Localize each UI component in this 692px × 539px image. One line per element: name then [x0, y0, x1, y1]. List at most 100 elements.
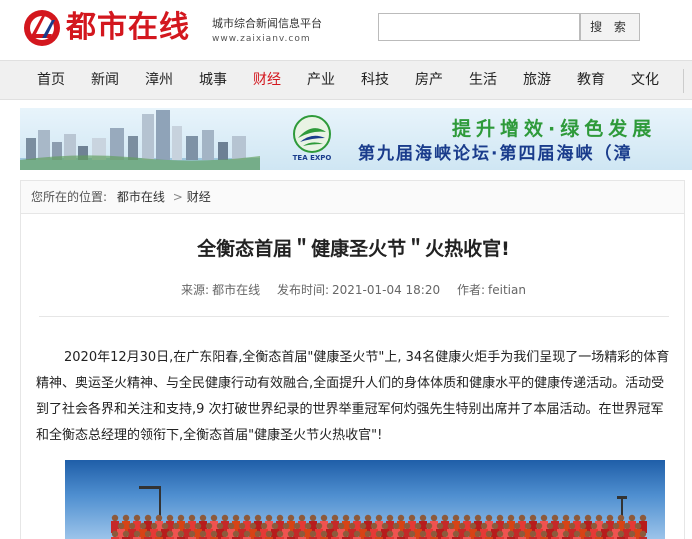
person-head — [304, 522, 312, 530]
article-meta: 来源: 都市在线 发布时间: 2021-01-04 18:20 作者: feitian — [21, 280, 686, 300]
person-head — [562, 530, 570, 538]
person-head — [293, 522, 301, 530]
main-nav: 首页 新闻 漳州 城事 财经 产业 科技 房产 生活 旅游 教育 文化 — [0, 60, 692, 100]
person-head — [529, 530, 537, 538]
person-head — [243, 514, 251, 522]
person-head — [243, 530, 251, 538]
nav-item-tech[interactable]: 科技 — [361, 61, 389, 101]
nav-item-news[interactable]: 新闻 — [91, 61, 119, 101]
article-photo — [65, 460, 665, 539]
person-head — [144, 514, 152, 522]
person-head — [254, 530, 262, 538]
person-head — [122, 514, 130, 522]
author-label: 作者: — [456, 283, 485, 297]
person-head — [375, 530, 383, 538]
breadcrumb-home-link[interactable]: 都市在线 — [117, 190, 165, 204]
article-title: 全衡态首届＂健康圣火节＂火热收官! — [197, 238, 510, 260]
search-button[interactable]: 搜 索 — [580, 13, 640, 41]
person-head — [326, 522, 334, 530]
person-head — [568, 522, 576, 530]
time-label: 发布时间: — [276, 283, 329, 297]
person-head — [232, 530, 240, 538]
person-head — [227, 522, 235, 530]
site-name[interactable]: 都市在线 — [66, 9, 190, 47]
search-input[interactable] — [378, 13, 580, 41]
person-head — [276, 514, 284, 522]
person-head — [150, 522, 158, 530]
nav-item-industry[interactable]: 产业 — [307, 61, 335, 101]
nav-item-travel[interactable]: 旅游 — [523, 61, 551, 101]
article-body: 2020年12月30日,在广东阳春,全衡态首届"健康圣火节"上, 34名健康火炬… — [36, 350, 670, 443]
person-head — [551, 514, 559, 522]
person-head — [166, 530, 174, 538]
person-head — [419, 530, 427, 538]
person-head — [590, 522, 598, 530]
person-head — [502, 522, 510, 530]
person-head — [496, 530, 504, 538]
person-head — [397, 530, 405, 538]
breadcrumb-separator: > — [172, 190, 183, 204]
person-head — [122, 530, 130, 538]
person-head — [529, 514, 537, 522]
person-head — [628, 514, 636, 522]
person-head — [628, 530, 636, 538]
person-head — [639, 514, 647, 522]
nav-item-home[interactable]: 首页 — [37, 61, 65, 101]
person-head — [562, 514, 570, 522]
source-value: 都市在线 — [212, 283, 261, 297]
site-logo-icon[interactable] — [22, 8, 62, 48]
person-head — [370, 522, 378, 530]
person-head — [309, 530, 317, 538]
nav-item-life[interactable]: 生活 — [469, 61, 497, 101]
person-head — [584, 530, 592, 538]
site-slogan: 城市综合新闻信息平台 — [212, 17, 322, 30]
nav-item-realestate[interactable]: 房产 — [415, 61, 443, 101]
person-head — [194, 522, 202, 530]
person-head — [177, 530, 185, 538]
person-head — [595, 530, 603, 538]
breadcrumb-current-link[interactable]: 财经 — [187, 190, 211, 204]
article: 全衡态首届＂健康圣火节＂火热收官! 来源: 都市在线 发布时间: 2021-01-0… — [20, 214, 685, 539]
person-head — [188, 514, 196, 522]
person-head — [177, 514, 185, 522]
person-head — [353, 514, 361, 522]
person-head — [265, 514, 273, 522]
breadcrumb: 您所在的位置: 都市在线 > 财经 — [20, 180, 685, 214]
person-head — [221, 530, 229, 538]
nav-item-education[interactable]: 教育 — [577, 61, 605, 101]
nav-item-culture[interactable]: 文化 — [631, 61, 659, 101]
person-head — [111, 514, 119, 522]
person-head — [276, 530, 284, 538]
banner-subline: 第九届海峡论坛·第四届海峡（漳 — [358, 144, 633, 164]
person-head — [606, 530, 614, 538]
author-value: feitian — [488, 283, 526, 297]
person-head — [463, 530, 471, 538]
nav-item-finance[interactable]: 财经 — [253, 61, 281, 101]
person-head — [392, 522, 400, 530]
nav-item-zhangzhou[interactable]: 漳州 — [145, 61, 173, 101]
person-head — [337, 522, 345, 530]
person-head — [507, 514, 515, 522]
person-head — [249, 522, 257, 530]
person-head — [452, 514, 460, 522]
ad-banner[interactable]: TEA EXPO 提升增效·绿色发展 第九届海峡论坛·第四届海峡（漳 — [20, 108, 692, 170]
person-head — [271, 522, 279, 530]
person-head — [419, 514, 427, 522]
site-domain: www.zaixianv.com — [212, 34, 311, 44]
person-head — [331, 514, 339, 522]
person-head — [408, 514, 416, 522]
person-head — [540, 514, 548, 522]
person-head — [507, 530, 515, 538]
person-head — [430, 530, 438, 538]
person-head — [584, 514, 592, 522]
person-head — [557, 522, 565, 530]
person-head — [315, 522, 323, 530]
person-head — [221, 514, 229, 522]
person-head — [518, 530, 526, 538]
person-head — [617, 514, 625, 522]
person-head — [425, 522, 433, 530]
nav-item-city[interactable]: 城事 — [199, 61, 227, 101]
person-head — [474, 514, 482, 522]
person-head — [199, 530, 207, 538]
person-head — [573, 530, 581, 538]
